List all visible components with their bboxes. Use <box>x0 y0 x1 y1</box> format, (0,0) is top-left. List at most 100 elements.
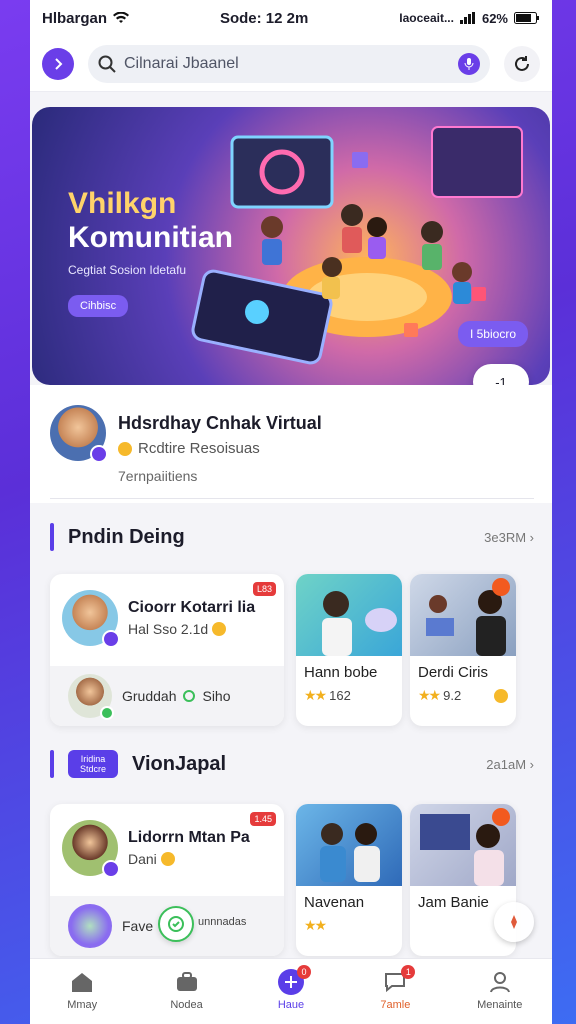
coin-icon <box>118 441 132 456</box>
card-rating: 162 <box>329 688 351 703</box>
signal-icon <box>459 12 475 24</box>
thumbnail-image <box>296 804 402 886</box>
verified-icon <box>102 860 120 878</box>
carrier-label: Hlbargan <box>42 9 108 27</box>
search-icon <box>98 55 116 73</box>
section-accent-bar <box>50 523 54 551</box>
search-bar[interactable]: Cilnarai Jbaanel <box>88 44 490 83</box>
profile-meta: 7ernpaiitiens <box>118 468 198 484</box>
card-subtitle: Hal Sso 2.1d <box>128 621 209 637</box>
nav-item-home[interactable]: Mmay <box>42 969 122 1011</box>
battery-icon <box>514 12 539 24</box>
bag-icon <box>494 688 508 703</box>
battery-percent: 62% <box>481 10 508 26</box>
profile-card[interactable]: Hdsrdhay Cnhak Virtual Rcdtire Resoisuas… <box>30 385 552 503</box>
top-bar: Cilnarai Jbaanel <box>30 36 552 92</box>
heart-icon[interactable] <box>492 808 510 826</box>
card-title: Hann bobe <box>304 664 378 681</box>
nav-label: Mmay <box>67 999 98 1011</box>
see-more-link[interactable]: 3e3RM › <box>484 530 534 545</box>
profile-subtitle: Rcdtire Resoisuas <box>138 440 260 457</box>
refresh-button[interactable] <box>504 45 540 82</box>
live-badge: L83 <box>252 582 276 596</box>
hero-title: Vhilkgn Komunitian <box>68 187 233 255</box>
star-rating-icon: ★★ <box>418 687 441 703</box>
chat-fab-label: unnnadas <box>198 916 247 928</box>
nav-item-create[interactable]: 0 Haue <box>251 965 331 1011</box>
card-title: Derdi Ciris <box>418 664 489 681</box>
hero-cta-button[interactable]: Cihbisc <box>68 295 129 317</box>
video-card[interactable]: Derdi Ciris ★★ 9.2 <box>410 574 516 726</box>
nav-label: 7amle <box>380 999 411 1011</box>
see-more-link[interactable]: 2a1aM › <box>486 757 534 772</box>
nav-item-work[interactable]: Nodea <box>147 969 227 1011</box>
home-icon <box>72 973 93 992</box>
voice-search-button[interactable] <box>458 52 480 75</box>
card-subtitle: Dani <box>128 851 157 867</box>
search-placeholder: Cilnarai Jbaanel <box>124 54 239 72</box>
avatar <box>68 904 112 948</box>
section-accent-bar <box>50 750 54 778</box>
app-logo-button[interactable] <box>42 47 74 80</box>
hero-title-line2: Komunitian <box>68 221 233 254</box>
briefcase-icon <box>176 972 197 991</box>
network-label: Iaoceait... <box>399 11 454 25</box>
compass-icon <box>511 915 517 929</box>
featured-card[interactable]: L83 Cioorr Kotarri lia Hal Sso 2.1d Grud… <box>50 574 284 726</box>
profile-icon <box>489 972 510 993</box>
wifi-icon <box>113 12 130 23</box>
nav-item-chat[interactable]: 1 7amle <box>355 965 435 1011</box>
refresh-icon <box>183 690 196 702</box>
live-badge: 1.45 <box>250 812 276 826</box>
category-chip[interactable]: Iridina Stdcre <box>68 750 118 778</box>
time-label: Sode: 12 2m <box>219 9 309 27</box>
star-rating-icon: ★★ <box>304 917 327 933</box>
section-header-1: Pndin Deing 3e3RM › <box>50 523 534 551</box>
hero-banner[interactable]: Vhilkgn Komunitian Cegtiat Sosion Idetaf… <box>32 107 550 385</box>
hero-title-line1: Vhilkgn <box>68 187 177 220</box>
see-more-text: 2a1aM <box>486 756 527 772</box>
footer-name: Gruddah <box>122 688 177 704</box>
profile-name: Hdsrdhay Cnhak Virtual <box>118 413 322 433</box>
verified-icon <box>102 630 120 648</box>
hero-subtitle: Cegtiat Sosion Idetafu <box>68 263 187 277</box>
card-title: Navenan <box>304 894 365 911</box>
section-title: Pndin Deing <box>68 525 185 548</box>
compass-button[interactable] <box>494 902 534 942</box>
thumbnail-image <box>296 574 402 656</box>
footer-name: Fave <box>122 918 154 934</box>
status-bar: Hlbargan Sode: 12 2m Iaoceait... 62% <box>30 0 552 36</box>
nav-item-profile[interactable]: Menainte <box>460 969 540 1011</box>
nav-label: Nodea <box>170 999 203 1011</box>
avatar[interactable] <box>50 405 108 463</box>
star-rating-icon: ★★ <box>304 687 327 703</box>
nav-label: Menainte <box>477 999 523 1011</box>
see-more-text: 3e3RM <box>484 529 527 545</box>
divider <box>50 498 534 499</box>
app-frame: Hlbargan Sode: 12 2m Iaoceait... 62% Cil… <box>30 0 552 1024</box>
chat-fab-button[interactable] <box>158 906 194 942</box>
card-rating: 9.2 <box>443 688 462 703</box>
avatar <box>62 590 120 648</box>
avatar <box>68 674 114 720</box>
nav-badge: 0 <box>296 965 311 979</box>
card-title: Cioorr Kotarri lia <box>128 599 256 616</box>
video-card[interactable]: Navenan ★★ <box>296 804 402 956</box>
card-footer[interactable]: Gruddah Siho <box>50 666 284 726</box>
section-header-2: Iridina Stdcre VionJapal 2a1aM › <box>50 750 534 778</box>
nav-label: Haue <box>277 999 305 1011</box>
heart-icon[interactable] <box>492 578 510 596</box>
verified-icon <box>90 445 108 463</box>
bottom-nav: Mmay Nodea 0 Haue 1 7amle Menainte <box>30 958 552 1024</box>
section-title: VionJapal <box>132 752 227 775</box>
card-title: Lidorrn Mtan Pa <box>128 829 250 846</box>
nav-badge: 1 <box>401 965 416 979</box>
coin-icon <box>212 622 227 636</box>
mic-icon <box>464 57 474 70</box>
hero-badge[interactable]: I 5biocro <box>457 321 528 347</box>
footer-extra: Siho <box>202 688 231 704</box>
video-card[interactable]: Hann bobe ★★ 162 <box>296 574 402 726</box>
chevron-right-icon <box>55 57 63 70</box>
refresh-icon <box>515 55 529 71</box>
coin-icon <box>160 852 175 866</box>
